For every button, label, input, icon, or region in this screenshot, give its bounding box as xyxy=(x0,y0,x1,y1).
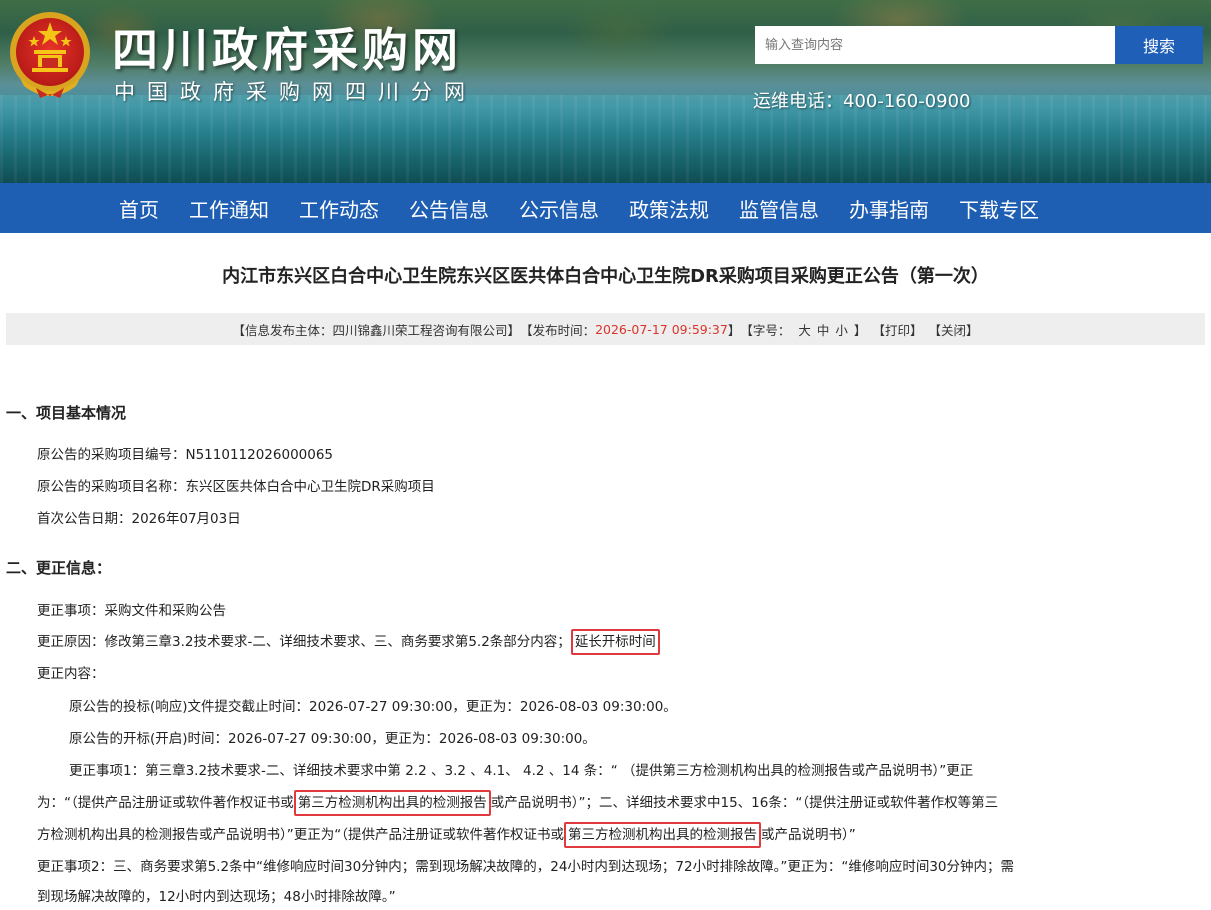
correction-item-line: 更正事项：采购文件和采购公告 xyxy=(37,603,226,619)
meta-publish-time: 2026-07-17 09:59:37 xyxy=(595,321,728,337)
search-button[interactable]: 搜索 xyxy=(1115,26,1203,64)
meta-publisher-prefix: 【信息发布主体： xyxy=(232,322,333,338)
correction-content-label: 更正内容： xyxy=(37,666,105,682)
highlight-extend-opening-time: 延长开标时间 xyxy=(570,629,660,655)
article-title: 内江市东兴区白合中心卫生院东兴区医共体白合中心卫生院DR采购项目采购更正公告（第… xyxy=(222,266,989,287)
correction-item1-line3: 方检测机构出具的检测报告或产品说明书）”更正为“（提供产品注册证或软件著作权证书… xyxy=(37,822,856,848)
site-subtitle: 中国政府采购网四川分网 xyxy=(114,80,477,104)
search-box: 搜索 xyxy=(755,26,1203,64)
project-name-line: 原公告的采购项目名称：东兴区医共体白合中心卫生院DR采购项目 xyxy=(37,479,435,495)
section-heading-basic-info: 一、项目基本情况 xyxy=(6,404,127,422)
correction-item1-line2: 为：“（提供产品注册证或软件著作权证书或 第三方检测机构出具的检测报告 或产品说明书… xyxy=(37,790,999,816)
font-size-medium-link[interactable]: 中 xyxy=(817,320,830,339)
meta-font-suffix: 】 xyxy=(853,322,867,338)
print-link[interactable]: 【打印】 xyxy=(872,320,922,339)
meta-time-suffix: 】 xyxy=(727,322,741,338)
correction-item1-line2-text-a: 为：“（提供产品注册证或软件著作权证书或 xyxy=(37,795,294,811)
nav-item-public-info[interactable]: 公示信息 xyxy=(505,194,613,223)
hotline-text: 运维电话：400-160-0900 xyxy=(753,91,971,112)
correction-item1-line3-text-a: 方检测机构出具的检测报告或产品说明书）”更正为“（提供产品注册证或软件著作权证书… xyxy=(37,827,564,843)
close-link[interactable]: 【关闭】 xyxy=(928,320,978,339)
meta-publisher: 四川锦鑫川荣工程咨询有限公司 xyxy=(332,322,508,338)
nav-item-policy[interactable]: 政策法规 xyxy=(615,194,723,223)
nav-item-announcements[interactable]: 公告信息 xyxy=(395,194,503,223)
site-title: 四川政府采购网 xyxy=(112,23,462,77)
meta-publisher-suffix: 】 xyxy=(507,322,521,338)
correction-item1-line3-text-b: 或产品说明书）” xyxy=(761,827,856,843)
section-heading-correction-info: 二、更正信息： xyxy=(6,559,112,577)
opening-time-line: 原公告的开标(开启)时间：2026-07-27 09:30:00，更正为：202… xyxy=(69,731,596,747)
nav-item-downloads[interactable]: 下载专区 xyxy=(945,194,1053,223)
main-nav: 首页 工作通知 工作动态 公告信息 公示信息 政策法规 监管信息 办事指南 下载… xyxy=(0,183,1211,233)
correction-reason-line: 更正原因：修改第三章3.2技术要求-二、详细技术要求、三、商务要求第5.2条部分… xyxy=(37,629,660,655)
project-number-line: 原公告的采购项目编号：N5110112026000065 xyxy=(37,447,334,463)
nav-item-supervision[interactable]: 监管信息 xyxy=(725,194,833,223)
correction-item2-line2: 到现场解决故障的，12小时内到达现场；48小时排除故障。” xyxy=(37,889,396,905)
meta-font-prefix: 【字号： xyxy=(740,322,791,338)
correction-reason-text: 更正原因：修改第三章3.2技术要求-二、详细技术要求、三、商务要求第5.2条部分… xyxy=(37,634,571,650)
font-size-small-link[interactable]: 小 xyxy=(835,320,848,339)
nav-item-guide[interactable]: 办事指南 xyxy=(835,194,943,223)
font-size-large-link[interactable]: 大 xyxy=(798,320,811,339)
nav-item-work-notice[interactable]: 工作通知 xyxy=(175,194,283,223)
correction-item1-line1: 更正事项1：第三章3.2技术要求-二、详细技术要求中第 2.2 、3.2 、4.… xyxy=(69,763,974,779)
article-meta-bar: 【信息发布主体： 四川锦鑫川荣工程咨询有限公司 】 【发布时间： 2026-07… xyxy=(6,313,1205,345)
meta-time-prefix: 【发布时间： xyxy=(520,322,596,338)
banner-water xyxy=(0,95,1211,183)
search-input[interactable] xyxy=(755,26,1115,64)
highlight-third-party-report-2: 第三方检测机构出具的检测报告 xyxy=(564,822,761,848)
header-banner: 四川政府采购网 中国政府采购网四川分网 搜索 运维电话：400-160-0900 xyxy=(0,0,1211,183)
national-emblem-icon xyxy=(10,12,90,98)
first-announcement-date-line: 首次公告日期：2026年07月03日 xyxy=(37,511,241,527)
nav-item-work-news[interactable]: 工作动态 xyxy=(285,194,393,223)
correction-item1-line2-text-b: 或产品说明书）”；二、详细技术要求中15、16条：“（提供注册证或软件著作权等第… xyxy=(490,795,999,811)
submission-deadline-line: 原公告的投标(响应)文件提交截止时间：2026-07-27 09:30:00，更… xyxy=(69,699,677,715)
nav-item-home[interactable]: 首页 xyxy=(105,194,173,223)
highlight-third-party-report-1: 第三方检测机构出具的检测报告 xyxy=(293,790,491,816)
correction-item2-line1: 更正事项2：三、商务要求第5.2条中“维修响应时间30分钟内；需到现场解决故障的… xyxy=(37,859,1015,875)
